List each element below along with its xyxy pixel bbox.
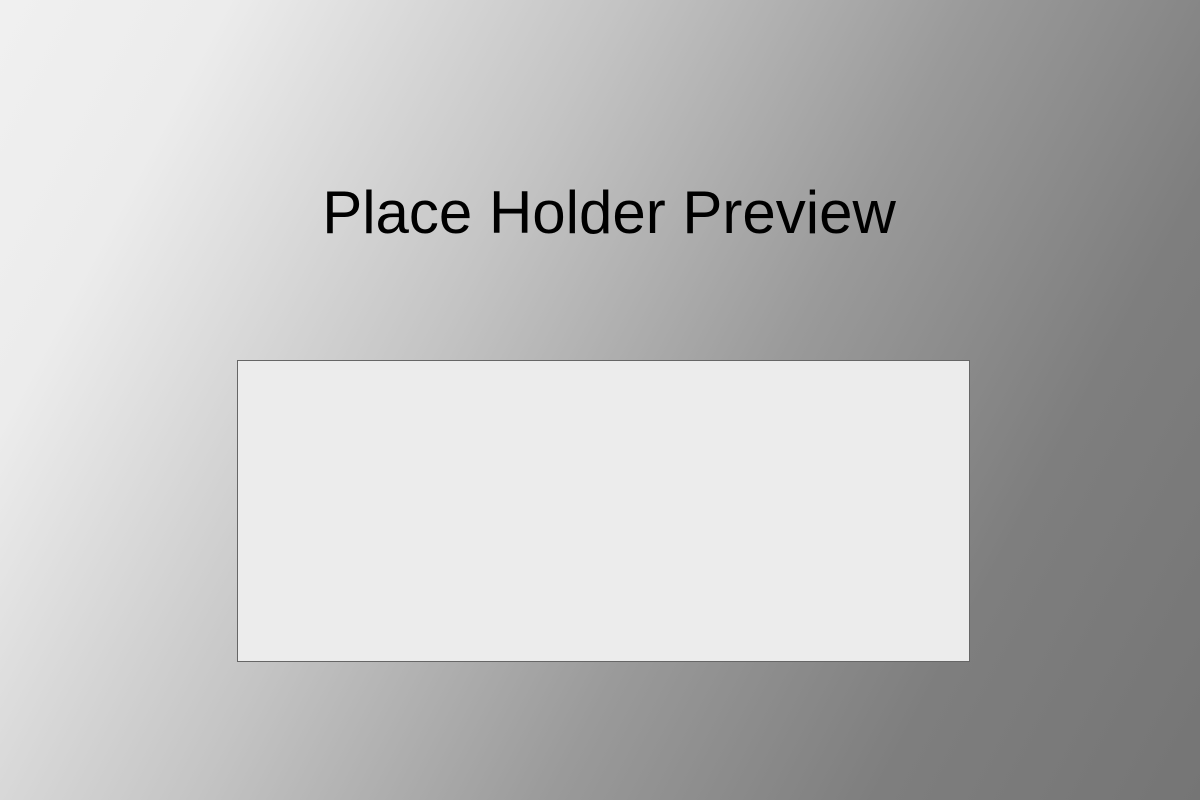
preview-placeholder-box — [237, 360, 970, 662]
page-title: Place Holder Preview — [322, 179, 896, 246]
